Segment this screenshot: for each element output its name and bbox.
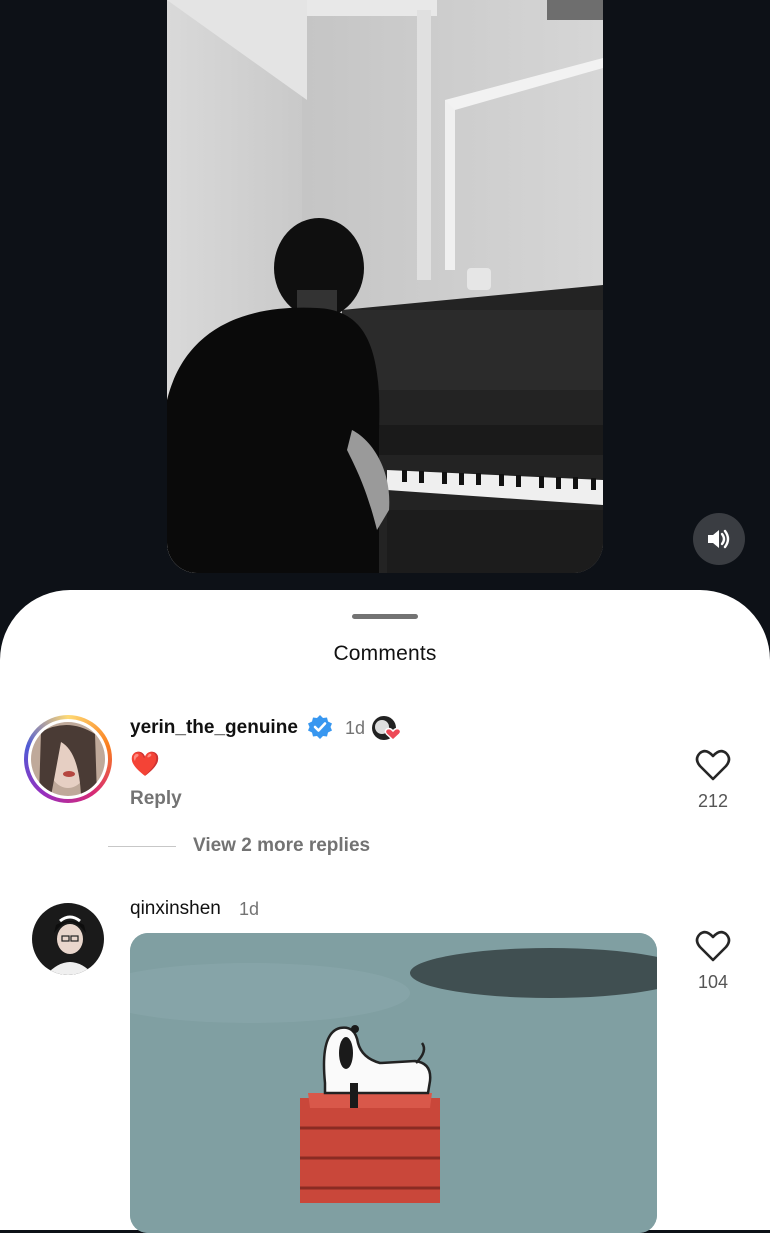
- drag-handle[interactable]: [352, 614, 418, 619]
- snoopy-doghouse-gif: [130, 933, 657, 1233]
- avatar-story-ring[interactable]: [24, 715, 112, 803]
- heart-outline-icon[interactable]: [695, 929, 731, 963]
- comment-text: ❤️: [130, 751, 160, 778]
- verified-badge-icon: [308, 715, 332, 739]
- video-frame-piano: [167, 0, 603, 573]
- heart-outline-icon[interactable]: [695, 748, 731, 782]
- video-player[interactable]: [167, 0, 603, 573]
- comment-username[interactable]: qinxinshen: [130, 898, 221, 920]
- sheet-title: Comments: [333, 642, 437, 665]
- replies-divider: [108, 846, 176, 847]
- reply-button[interactable]: Reply: [130, 788, 182, 810]
- avatar[interactable]: [32, 903, 104, 975]
- comment-time: 1d: [345, 718, 366, 738]
- comment-username[interactable]: yerin_the_genuine: [130, 717, 298, 739]
- like-count: 212: [697, 791, 729, 811]
- avatar: [31, 722, 105, 796]
- comments-sheet: Comments yerin_the_genuine 1d ❤️ Reply 2…: [0, 590, 770, 1233]
- like-count: 104: [697, 972, 729, 992]
- view-replies-button[interactable]: View 2 more replies: [193, 835, 370, 857]
- speaker-icon: [708, 529, 730, 549]
- mute-toggle-button[interactable]: [693, 513, 745, 565]
- comment-gif[interactable]: [130, 933, 657, 1233]
- comment-time: 1d: [239, 899, 260, 919]
- liked-by-author-icon: [372, 716, 402, 742]
